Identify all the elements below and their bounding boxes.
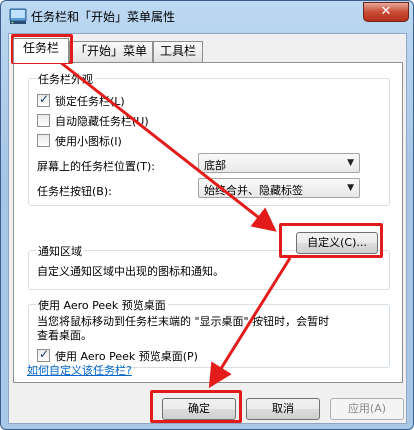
taskbar-location-select[interactable]: 底部 ▼ [198, 153, 360, 173]
small-icons-option[interactable]: 使用小图标(I) [37, 134, 237, 148]
taskbar-buttons-value: 始终合并、隐藏标签 [204, 184, 303, 197]
check-icon: ✓ [39, 92, 50, 106]
properties-window: 任务栏和「开始」菜单属性 ✕ 任务栏 「开始」菜单 工具栏 任务栏外观 ✓ 锁定… [0, 0, 414, 430]
small-icons-checkbox[interactable] [37, 134, 50, 147]
tab-start-menu[interactable]: 「开始」菜单 [69, 41, 153, 62]
autohide-label: 自动隐藏任务栏(U) [55, 115, 149, 128]
close-icon: ✕ [380, 4, 392, 19]
lock-taskbar-checkbox[interactable]: ✓ [37, 92, 50, 107]
help-link[interactable]: 如何自定义该任务栏? [27, 362, 132, 378]
chevron-down-icon: ▼ [347, 183, 354, 193]
lock-taskbar-option[interactable]: ✓ 锁定任务栏(L) [37, 92, 237, 108]
window-title: 任务栏和「开始」菜单属性 [31, 10, 176, 24]
aero-peek-title: 使用 Aero Peek 预览桌面 [36, 297, 168, 313]
cancel-button[interactable]: 取消 [246, 398, 320, 420]
autohide-option[interactable]: 自动隐藏任务栏(U) [37, 114, 237, 128]
apply-button: 应用(A) [330, 398, 404, 420]
highlight-ok-button [150, 390, 242, 423]
lock-taskbar-label: 锁定任务栏(L) [55, 95, 125, 108]
appearance-group-title: 任务栏外观 [36, 71, 95, 87]
notification-area-title: 通知区域 [36, 243, 84, 259]
small-icons-label: 使用小图标(I) [55, 135, 122, 148]
chevron-down-icon: ▼ [347, 158, 354, 168]
taskbar-location-value: 底部 [204, 159, 226, 172]
close-button[interactable]: ✕ [363, 2, 409, 22]
title-bar[interactable]: 任务栏和「开始」菜单属性 ✕ [1, 1, 413, 31]
tab-taskbar[interactable]: 任务栏 [13, 38, 69, 63]
taskbar-buttons-label: 任务栏按钮(B): [37, 185, 112, 198]
aero-peek-description-line2: 查看桌面。 [37, 329, 92, 342]
aero-peek-option[interactable]: ✓ 使用 Aero Peek 预览桌面(P) [37, 347, 257, 363]
highlight-customize-button [279, 223, 383, 258]
notification-area-description: 自定义通知区域中出现的图标和通知。 [37, 265, 224, 278]
taskbar-location-label: 屏幕上的任务栏位置(T): [37, 160, 156, 173]
check-icon: ✓ [39, 347, 50, 361]
autohide-checkbox[interactable] [37, 114, 50, 127]
tab-toolbars[interactable]: 工具栏 [153, 41, 203, 62]
taskbar-properties-icon [9, 7, 27, 25]
aero-peek-checkbox[interactable]: ✓ [37, 347, 50, 362]
taskbar-buttons-select[interactable]: 始终合并、隐藏标签 ▼ [198, 178, 360, 198]
